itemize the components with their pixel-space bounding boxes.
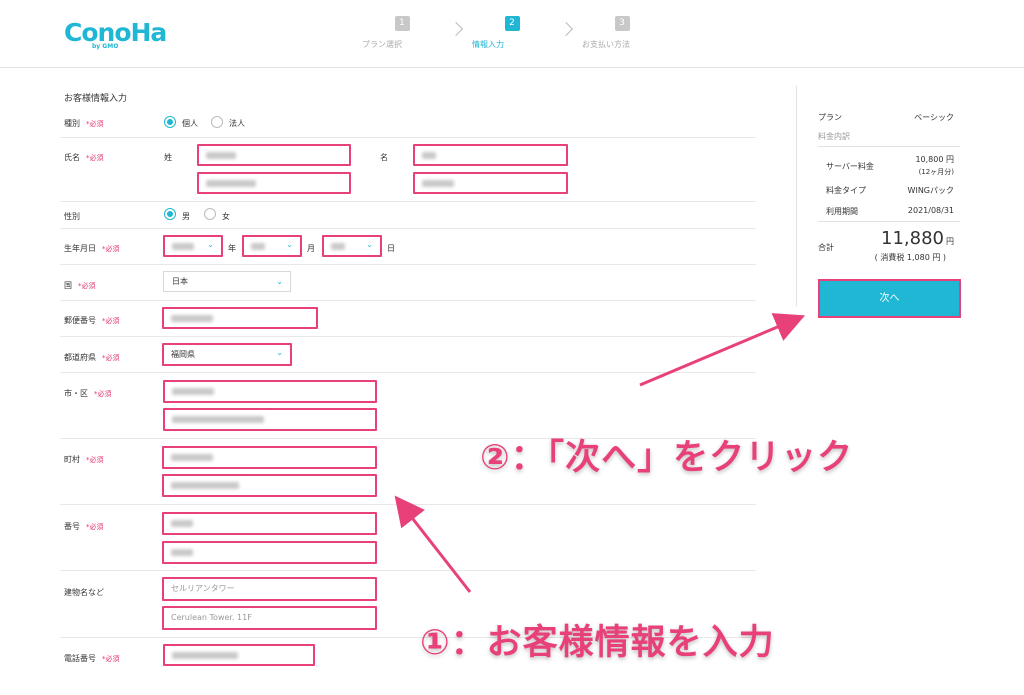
arrow-to-next-button (639, 313, 806, 387)
annotation-step1: ①：お客様情報を入力 (420, 623, 775, 663)
arrow-to-form (394, 495, 472, 593)
annotation-step2: ②：「次へ」をクリック (480, 438, 854, 478)
annotation-arrows (394, 313, 806, 593)
